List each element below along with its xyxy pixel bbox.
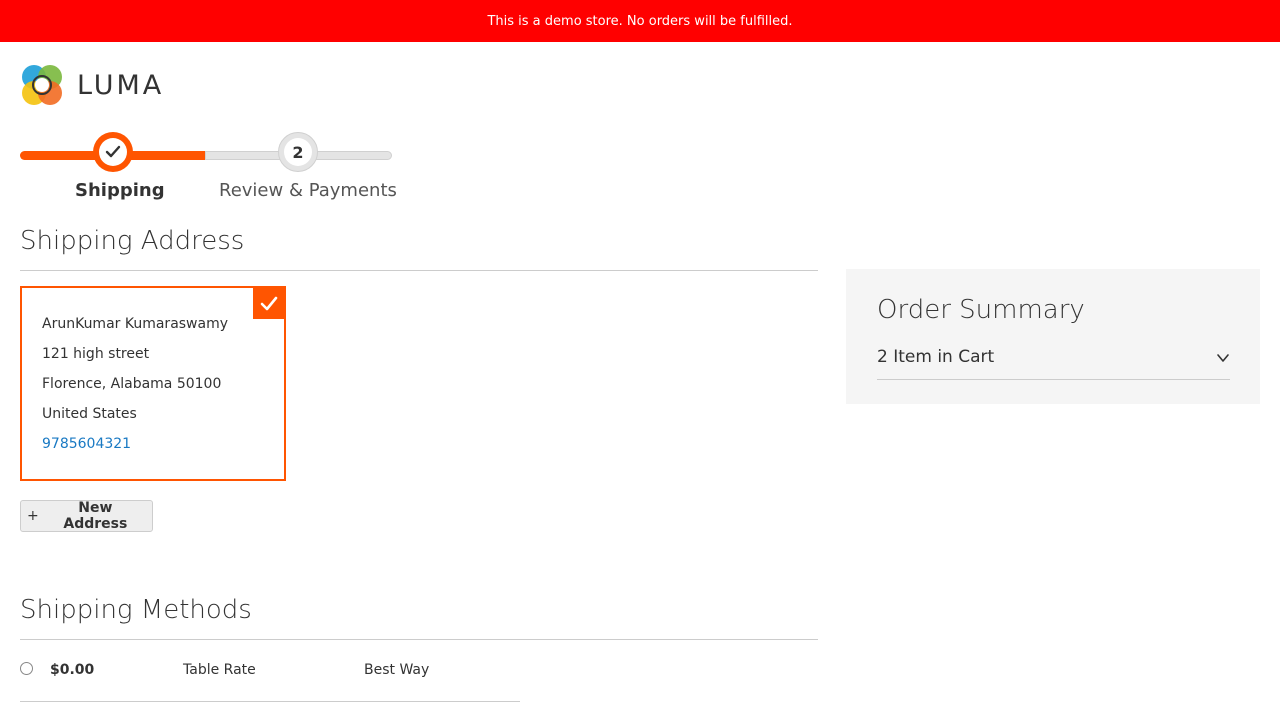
- shipping-methods-divider: [20, 639, 818, 640]
- luma-logo[interactable]: LUMA: [20, 63, 164, 108]
- step-review-number: 2: [284, 138, 312, 166]
- step-review-indicator: 2: [278, 132, 318, 172]
- demo-store-banner: This is a demo store. No orders will be …: [0, 0, 1280, 42]
- shipping-methods-title: Shipping Methods: [20, 595, 252, 625]
- step-review-label: Review & Payments: [219, 180, 397, 201]
- shipping-method-carrier: Table Rate: [183, 662, 256, 678]
- address-city-line: Florence, Alabama 50100: [42, 376, 222, 392]
- shipping-method-row[interactable]: $0.00 Table Rate Best Way: [20, 660, 520, 682]
- new-address-button[interactable]: + New Address: [20, 500, 153, 532]
- order-summary-title: Order Summary: [877, 295, 1085, 325]
- shipping-method-name: Best Way: [364, 662, 430, 678]
- address-country: United States: [42, 406, 137, 422]
- shipping-address-title: Shipping Address: [20, 226, 245, 256]
- shipping-method-price: $0.00: [50, 662, 95, 678]
- shipping-address-divider: [20, 270, 818, 271]
- shipping-method-row-divider: [20, 701, 520, 702]
- checkmark-icon: [260, 296, 277, 310]
- items-in-cart-toggle[interactable]: 2 Item in Cart: [877, 347, 1230, 380]
- address-phone-link[interactable]: 9785604321: [42, 436, 131, 452]
- luma-logo-icon: [22, 65, 62, 105]
- address-name: ArunKumar Kumaraswamy: [42, 316, 229, 332]
- selected-address-card[interactable]: ArunKumar Kumaraswamy 121 high street Fl…: [20, 286, 286, 481]
- plus-icon: +: [27, 508, 39, 524]
- luma-logo-text: LUMA: [77, 70, 165, 101]
- chevron-down-icon: [1217, 354, 1229, 362]
- items-in-cart-label: 2 Item in Cart: [877, 347, 995, 367]
- new-address-label: New Address: [63, 500, 128, 532]
- step-shipping-indicator: [93, 132, 133, 172]
- shipping-method-radio[interactable]: [20, 662, 33, 675]
- checkmark-icon: [105, 145, 121, 158]
- step-shipping-label: Shipping: [75, 180, 165, 201]
- demo-store-banner-text: This is a demo store. No orders will be …: [487, 13, 793, 29]
- selected-address-badge: [253, 288, 284, 319]
- order-summary-panel: Order Summary 2 Item in Cart: [846, 269, 1260, 404]
- address-street: 121 high street: [42, 346, 150, 362]
